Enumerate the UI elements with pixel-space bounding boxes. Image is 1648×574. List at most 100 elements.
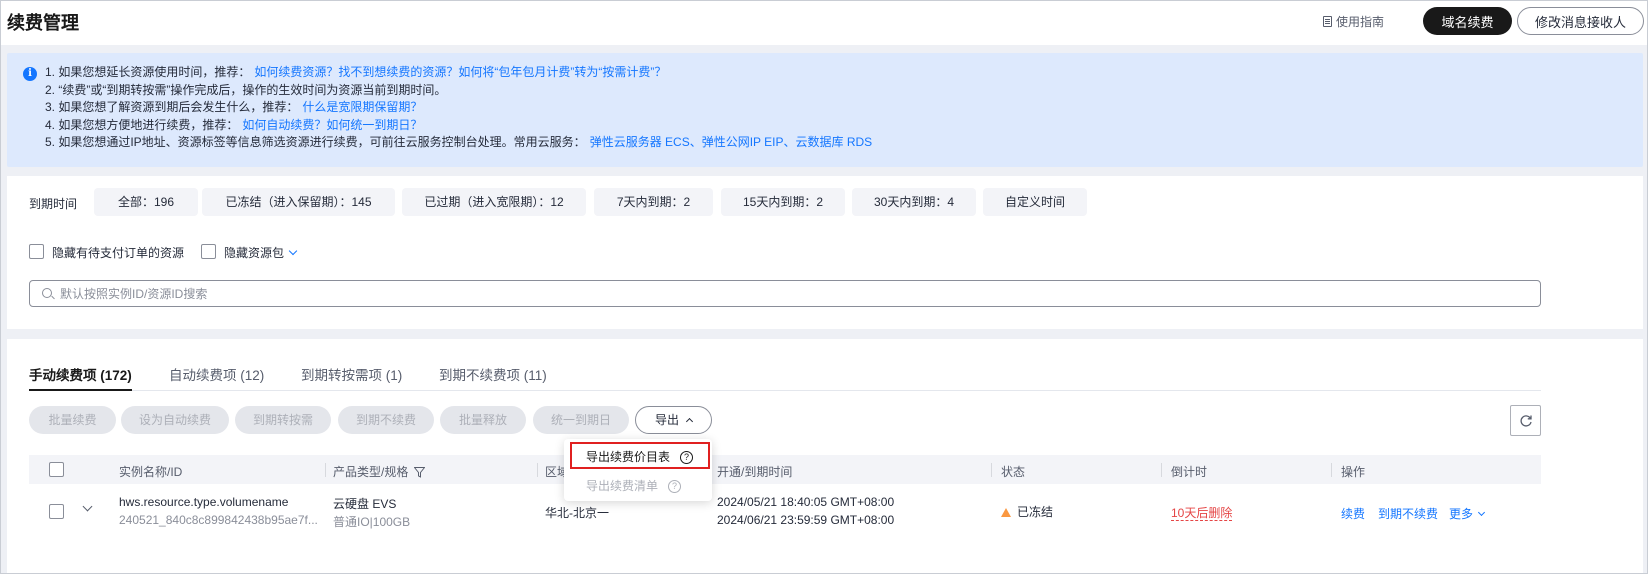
domain-renew-button[interactable]: 域名续费 — [1423, 7, 1512, 35]
tip-link[interactable]: 如何自动续费？如何统一到期日？ — [242, 118, 422, 132]
countdown: 10天后删除 — [1171, 504, 1233, 521]
status-text: 已冻结 — [1017, 505, 1054, 519]
tip-text: 1. 如果您想延长资源使用时间，推荐： — [45, 65, 251, 79]
export-button[interactable]: 导出 — [635, 406, 712, 434]
active-tab-indicator — [29, 389, 132, 391]
export-label: 导出 — [654, 413, 679, 427]
info-icon: i — [23, 67, 37, 81]
tip-line: 4. 如果您想方便地进行续费，推荐： 如何自动续费？如何统一到期日？ — [45, 117, 872, 135]
column-instance-name: 实例名称/ID — [119, 465, 183, 479]
export-renewal-list-label: 导出续费清单 — [586, 479, 659, 493]
user-guide-link[interactable]: 使用指南 — [1323, 13, 1384, 30]
tab-bar: 手动续费项 (172) 自动续费项 (12) 到期转按需项 (1) 到期不续费项… — [29, 339, 1541, 391]
filter-chip-expired[interactable]: 已过期（进入宽限期）：12 — [402, 188, 586, 216]
chevron-down-icon — [288, 246, 298, 256]
page: 续费管理 使用指南 域名续费 修改消息接收人 i 1. 如果您想延长资源使用时间… — [0, 0, 1648, 574]
filter-icon[interactable] — [413, 467, 426, 478]
batch-release-button[interactable]: 批量释放 — [440, 406, 526, 434]
instance-id: 240521_840c8c899842438b95ae7f... — [119, 513, 318, 527]
column-divider — [1161, 463, 1162, 477]
region: 华北-北京一 — [545, 506, 609, 520]
filter-chip-all[interactable]: 全部：196 — [94, 188, 198, 216]
chevron-up-icon — [685, 417, 694, 426]
tip-text: 5. 如果您想通过IP地址、资源标签等信息筛选资源进行续费，可前往云服务控制台处… — [45, 135, 586, 149]
set-auto-renew-button[interactable]: 设为自动续费 — [121, 406, 229, 434]
warning-icon — [1001, 508, 1011, 517]
tip-line: 1. 如果您想延长资源使用时间，推荐： 如何续费资源？找不到想续费的资源？如何将“… — [45, 64, 872, 82]
list-panel: 手动续费项 (172) 自动续费项 (12) 到期转按需项 (1) 到期不续费项… — [7, 339, 1643, 573]
table-row: hws.resource.type.volumename 240521_840c… — [29, 484, 1541, 536]
filter-chip-frozen[interactable]: 已冻结（进入保留期）：145 — [202, 188, 395, 216]
no-renew-link[interactable]: 到期不续费 — [1378, 505, 1438, 522]
tab-on-demand[interactable]: 到期转按需项 (1) — [301, 364, 402, 384]
renew-link[interactable]: 续费 — [1341, 505, 1365, 522]
export-renewal-list-item[interactable]: 导出续费清单? — [586, 477, 682, 494]
document-icon — [1323, 16, 1332, 27]
filter-chip-custom[interactable]: 自定义时间 — [983, 188, 1087, 216]
expand-row-icon[interactable] — [82, 501, 93, 512]
page-header: 续费管理 使用指南 域名续费 修改消息接收人 — [1, 1, 1647, 45]
column-product-type-label: 产品类型/规格 — [333, 465, 409, 479]
search-box — [29, 280, 1541, 307]
filter-chip-7days[interactable]: 7天内到期：2 — [594, 188, 713, 216]
expire-time: 2024/06/21 23:59:59 GMT+08:00 — [717, 513, 895, 527]
column-countdown: 倒计时 — [1171, 465, 1208, 479]
product-spec: 普通IO|100GB — [333, 515, 411, 529]
tab-no-renewal[interactable]: 到期不续费项 (11) — [439, 364, 547, 384]
column-divider — [1331, 463, 1332, 477]
hide-package-label: 隐藏资源包 — [224, 246, 285, 260]
row-checkbox[interactable] — [49, 504, 64, 519]
tab-auto-renewal[interactable]: 自动续费项 (12) — [169, 364, 264, 384]
tip-line: 5. 如果您想通过IP地址、资源标签等信息筛选资源进行续费，可前往云服务控制台处… — [45, 134, 872, 152]
tip-text: 3. 如果您想了解资源到期后会发生什么，推荐： — [45, 100, 299, 114]
instance-name: hws.resource.type.volumename — [119, 495, 289, 509]
tip-text: 2. “续费”或“到期转按需”操作完成后，操作的生效时间为资源当前到期时间。 — [45, 82, 447, 97]
hide-unpaid-checkbox[interactable] — [29, 244, 44, 259]
tip-link[interactable]: 弹性云服务器 ECS、弹性公网IP EIP、云数据库 RDS — [590, 135, 872, 149]
to-on-demand-button[interactable]: 到期转按需 — [235, 406, 331, 434]
chevron-down-icon — [1477, 508, 1486, 517]
filter-chip-30days[interactable]: 30天内到期：4 — [852, 188, 976, 216]
expiry-time-label: 到期时间 — [29, 197, 78, 211]
column-divider — [537, 463, 538, 477]
column-divider — [991, 463, 992, 477]
countdown-text: 10天后删除 — [1171, 506, 1233, 521]
hide-package-checkbox[interactable] — [201, 244, 216, 259]
page-title: 续费管理 — [7, 13, 79, 33]
column-status: 状态 — [1001, 465, 1026, 479]
column-product-type: 产品类型/规格 — [333, 463, 426, 480]
tip-line: 3. 如果您想了解资源到期后会发生什么，推荐： 什么是宽限期保留期？ — [45, 99, 872, 117]
tab-manual-renewal[interactable]: 手动续费项 (172) — [29, 364, 132, 384]
open-time: 2024/05/21 18:40:05 GMT+08:00 — [717, 495, 895, 509]
refresh-icon — [1520, 415, 1532, 427]
tip-text: 4. 如果您想方便地进行续费，推荐： — [45, 117, 239, 132]
hide-package-option[interactable]: 隐藏资源包 — [224, 244, 298, 261]
column-divider — [325, 463, 326, 477]
column-open-expire-time: 开通/到期时间 — [717, 465, 793, 479]
tip-line: 2. “续费”或“到期转按需”操作完成后，操作的生效时间为资源当前到期时间。 — [45, 82, 872, 100]
more-dropdown[interactable]: 更多 — [1449, 505, 1486, 522]
highlight-box — [570, 442, 710, 469]
filter-panel: 到期时间 全部：196 已冻结（进入保留期）：145 已过期（进入宽限期）：12… — [7, 176, 1643, 329]
user-guide-label: 使用指南 — [1336, 15, 1385, 29]
tip-list: 1. 如果您想延长资源使用时间，推荐： 如何续费资源？找不到想续费的资源？如何将“… — [45, 64, 872, 152]
refresh-button[interactable] — [1510, 405, 1541, 436]
more-label: 更多 — [1449, 507, 1474, 521]
tip-link[interactable]: 如何续费资源？找不到想续费的资源？如何将“包年包月计费”转为“按需计费”？ — [254, 65, 666, 79]
info-tip: i 1. 如果您想延长资源使用时间，推荐： 如何续费资源？找不到想续费的资源？如何… — [7, 53, 1643, 167]
select-all-checkbox[interactable] — [49, 462, 64, 477]
table-header: 实例名称/ID 产品类型/规格 区域 开通/到期时间 状态 倒计时 操作 — [29, 455, 1541, 484]
batch-renew-button[interactable]: 批量续费 — [29, 406, 116, 434]
search-icon — [42, 288, 52, 298]
modify-receiver-button[interactable]: 修改消息接收人 — [1517, 7, 1644, 35]
no-renew-button[interactable]: 到期不续费 — [338, 406, 434, 434]
product-type: 云硬盘 EVS — [333, 497, 397, 511]
search-input[interactable] — [60, 284, 1520, 303]
column-operation: 操作 — [1341, 465, 1366, 479]
status: 已冻结 — [1001, 503, 1053, 520]
filter-chip-15days[interactable]: 15天内到期：2 — [721, 188, 845, 216]
help-icon[interactable]: ? — [668, 480, 682, 494]
tip-link[interactable]: 什么是宽限期保留期？ — [302, 100, 422, 114]
unify-expiry-button[interactable]: 统一到期日 — [533, 406, 629, 434]
hide-unpaid-label: 隐藏有待支付订单的资源 — [52, 246, 185, 260]
